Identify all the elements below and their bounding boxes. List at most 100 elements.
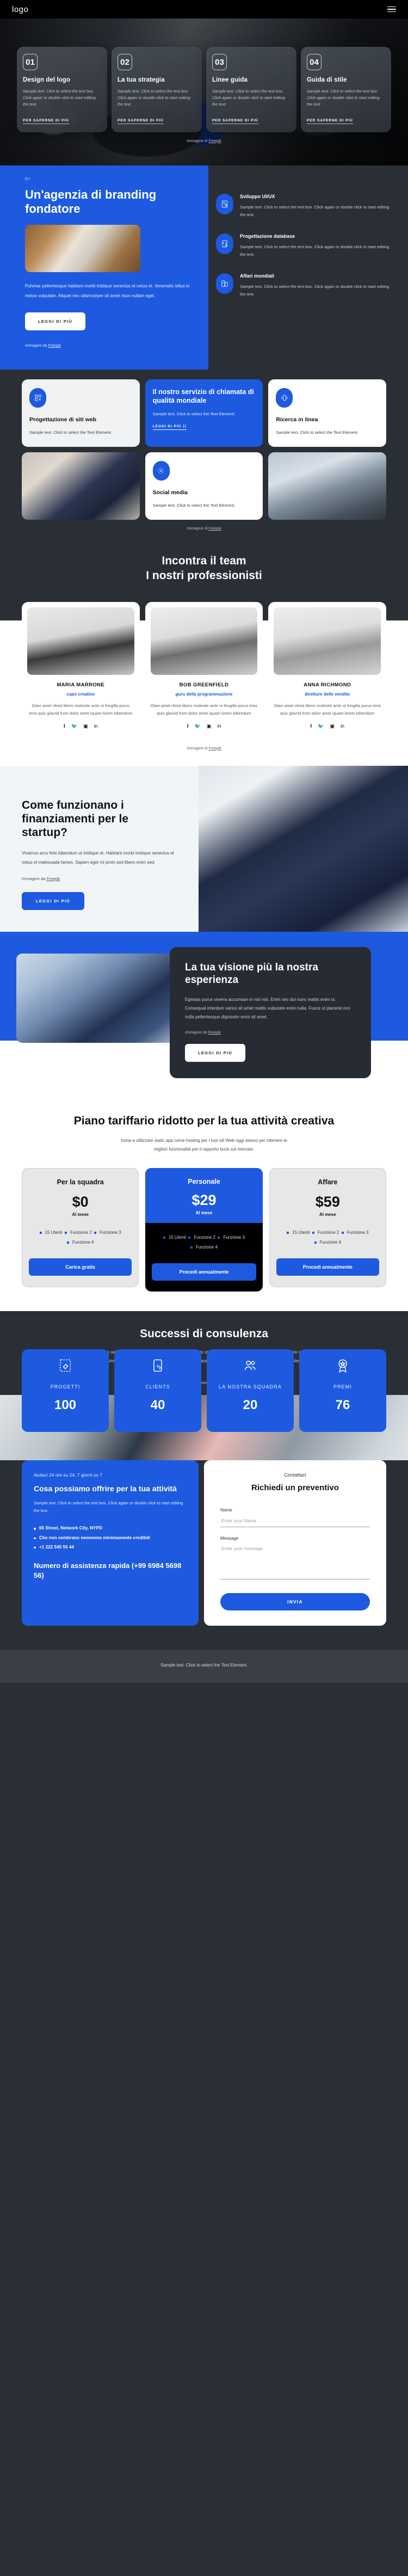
contact-info-card: Aiutaci 24 ore su 24, 7 giorni su 7 Cosa…	[22, 1460, 199, 1626]
instagram-icon[interactable]: ▣	[207, 723, 212, 729]
credit-link[interactable]: Freepik	[208, 1031, 220, 1035]
message-field-group: Message	[220, 1536, 370, 1582]
twitter-icon[interactable]: 🐦	[195, 723, 201, 729]
plan-cta-button[interactable]: Procedi annualmente	[276, 1258, 379, 1276]
instagram-icon[interactable]: ▣	[330, 723, 335, 729]
feature-title: Sviluppo UI/UX	[240, 194, 275, 199]
startup-read-more-button[interactable]: LEGGI DI PIÙ	[22, 892, 85, 910]
team-credit: Immagine di Freepik	[22, 738, 386, 751]
team-heading: Incontra il team I nostri professionisti	[0, 536, 408, 602]
stat-card-projects: PROGETTI 100	[22, 1349, 109, 1432]
plan-feature: Funzione 4	[314, 1238, 341, 1246]
hamburger-icon[interactable]	[387, 6, 396, 13]
stat-card-clients: CLIENTS 40	[114, 1349, 201, 1432]
people-group-icon	[244, 1360, 256, 1370]
service-card-call[interactable]: Il nostro servizio di chiamata di qualit…	[145, 379, 263, 447]
hero-card-link[interactable]: PER SAPERNE DI PIÙ	[118, 119, 164, 124]
facebook-icon[interactable]: 𝐟	[187, 723, 189, 729]
hero-cards: 01 Design del logo Sample text. Click to…	[0, 19, 408, 132]
name-input[interactable]	[220, 1515, 370, 1527]
linkedin-icon[interactable]: in	[341, 723, 344, 729]
hero-card-link[interactable]: PER SAPERNE DI PIÙ	[212, 119, 258, 124]
plan-period: Al mese	[319, 1212, 336, 1217]
plan-feature: 15 Utenti	[287, 1228, 310, 1237]
plan-features: 15 Utenti Funzione 2 Funzione 3 Funzione…	[152, 1232, 256, 1251]
agency-section: DI Un'agenzia di branding fondatore Pulv…	[0, 165, 408, 370]
hero-card-title: La tua strategia	[118, 77, 165, 83]
feature-title: Progettazione database	[240, 233, 295, 239]
team-member-role: direttore delle vendite	[305, 691, 350, 697]
hero-card-link[interactable]: PER SAPERNE DI PIÙ	[23, 119, 69, 124]
pricing-title: Piano tariffario ridotto per la tua atti…	[73, 1115, 335, 1128]
hero-card-number: 01	[23, 54, 38, 70]
hero-card[interactable]: 02 La tua strategia Sample text. Click t…	[112, 47, 202, 132]
mobile-tap-icon	[153, 1359, 162, 1372]
plan-price: $59	[315, 1193, 340, 1210]
hero-card[interactable]: 01 Design del logo Sample text. Click to…	[17, 47, 107, 132]
feature-desc: Sample text. Click to select the text bo…	[240, 244, 390, 257]
service-title: Social media	[152, 489, 188, 496]
credit-text: Immagine da	[22, 876, 47, 881]
feature-title: Affari mondiali	[240, 273, 275, 279]
team-member-card[interactable]: ANNA RICHMOND direttore delle vendite Gl…	[268, 601, 386, 738]
pricing-section: Piano tariffario ridotto per la tua atti…	[0, 1100, 408, 1311]
plan-cta-button[interactable]: Carica gratis	[29, 1258, 132, 1276]
plan-name: Affare	[318, 1178, 338, 1186]
service-card-search[interactable]: Ricerca in linea Sample text. Click to s…	[268, 379, 386, 447]
vision-credit: Immagine da Freepik	[185, 1031, 356, 1035]
plan-cta-button[interactable]: Procedi annualmente	[152, 1263, 256, 1281]
message-input[interactable]	[220, 1543, 370, 1579]
contact-items: 65 Street, Network City, NYPD Che non se…	[34, 1524, 187, 1551]
credit-text: Immagine di	[187, 746, 209, 751]
services-grid: Progettazione di siti web Sample text. C…	[22, 379, 386, 520]
team-member-name: MARIA MARRONE	[57, 681, 105, 688]
feature-desc: Sample text. Click to select the text bo…	[240, 284, 390, 297]
agency-features: Sviluppo UI/UX Sample text. Click to sel…	[208, 165, 408, 370]
vision-read-more-button[interactable]: LEGGI DI PIÙ	[185, 1044, 246, 1062]
plan-period: Al mese	[72, 1212, 89, 1217]
landing-page: logo 01 Design del logo Sample text. Cli…	[0, 0, 408, 1683]
vision-body: Egestas purus viverra accumsan in nisl n…	[185, 997, 350, 1020]
facebook-icon[interactable]: 𝐟	[64, 723, 65, 729]
credit-link[interactable]: Freepik	[46, 876, 60, 881]
startup-body: Vivamus arcu felis bibendum ut tristique…	[22, 851, 174, 865]
instagram-icon[interactable]: ▣	[83, 723, 88, 729]
team-member-card[interactable]: BOB GREENFIELD guru della programmazione…	[145, 601, 263, 738]
form-title: Richiedi un preventivo	[251, 1483, 339, 1492]
hero-card[interactable]: 03 Linee guida Sample text. Click to sel…	[206, 47, 296, 132]
credit-link[interactable]: Freepik	[208, 747, 221, 751]
twitter-icon[interactable]: 🐦	[71, 723, 77, 729]
submit-button[interactable]: INVIA	[220, 1593, 370, 1610]
plan-feature: Funzione 3	[341, 1228, 368, 1237]
credit-link[interactable]: Freepik	[208, 139, 221, 143]
stat-value: 100	[54, 1398, 77, 1413]
hero-card-desc: Sample text. Click to select the text bo…	[212, 89, 285, 107]
service-card-social[interactable]: Social media Sample text. Click to selec…	[145, 452, 263, 520]
service-card-web[interactable]: Progettazione di siti web Sample text. C…	[22, 379, 140, 447]
team-member-bio: Glavi amet ritnisl libero molestie ante …	[29, 703, 133, 716]
stat-value: 20	[243, 1398, 258, 1413]
stat-value: 76	[335, 1398, 350, 1413]
service-read-more-link[interactable]: LEGGI DI PIÙ ⟩⟩	[152, 424, 187, 430]
startup-title: Come funzionano i finanziamenti per le s…	[22, 798, 129, 839]
form-subtitle: Contattaci	[284, 1472, 306, 1478]
facebook-icon[interactable]: 𝐟	[310, 723, 312, 729]
site-logo[interactable]: logo	[12, 5, 28, 14]
linkedin-icon[interactable]: in	[94, 723, 98, 729]
hero-card-number: 02	[118, 54, 132, 70]
hero-card[interactable]: 04 Guida di stile Sample text. Click to …	[301, 47, 391, 132]
pricing-grid: Per la squadra $0 Al mese 15 Utenti Funz…	[22, 1167, 386, 1292]
hero-card-link[interactable]: PER SAPERNE DI PIÙ	[307, 119, 353, 124]
credit-link[interactable]: Freepik	[208, 527, 221, 531]
linkedin-icon[interactable]: in	[217, 723, 221, 729]
startup-section: Come funzionano i finanziamenti per le s…	[0, 765, 408, 932]
team-member-name: BOB GREENFIELD	[179, 681, 229, 688]
agency-read-more-button[interactable]: LEGGI DI PIÙ	[25, 312, 86, 331]
twitter-icon[interactable]: 🐦	[318, 723, 324, 729]
name-label: Name	[220, 1507, 232, 1513]
team-member-bio: Glavi amet ritnisl libero molestie ante …	[150, 703, 258, 716]
credit-link[interactable]: Freepik	[48, 344, 60, 348]
team-member-name: ANNA RICHMOND	[304, 681, 351, 688]
team-member-card[interactable]: MARIA MARRONE capo creativo Glavi amet r…	[22, 601, 140, 738]
gear-icon	[152, 461, 170, 481]
